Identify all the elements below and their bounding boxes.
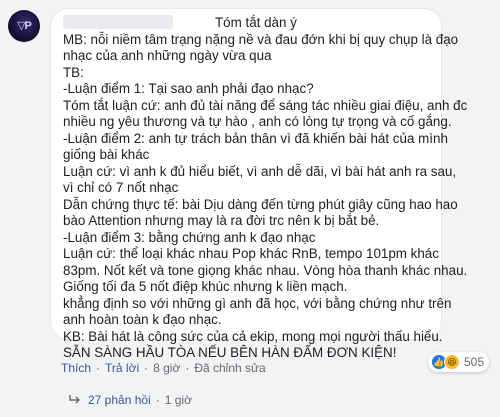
comment-line: Dẫn chứng thực tế: bài Dịu dàng đến từng… (63, 196, 458, 212)
comment-line: Tóm tắt luận cứ: anh đủ tài năng để sáng… (63, 97, 468, 113)
comment-line: Luận cứ: vì anh k đủ hiểu biết, vì anh d… (63, 163, 457, 179)
comment-line: KB: Bài hát là công sức của cả ekip, mon… (63, 328, 443, 344)
comment-line: khẳng định so với những gì anh đã học, v… (63, 295, 452, 311)
comment-line: -Luận điểm 2: anh tự trách bản thân vì đ… (63, 130, 448, 146)
reaction-summary[interactable]: 👍 😆 505 (428, 352, 490, 372)
comment-line: nhiều ng yêu thương và tự hào , anh có l… (63, 114, 452, 129)
latest-reply-time: 1 giờ (164, 393, 192, 407)
comment-line: nhạc của anh những ngày vừa qua (63, 48, 272, 63)
comment-actions: Thích · Trả lời · 8 giờ · Đã chỉnh sửa (61, 360, 266, 376)
edited-label[interactable]: Đã chỉnh sửa (194, 361, 265, 375)
reaction-count: 505 (464, 355, 485, 369)
reply-button[interactable]: Trả lời (105, 361, 139, 375)
comment-line: TB: (63, 64, 84, 80)
comment-line: 83pm. Nốt kết và tone giọng khác nhau. V… (63, 262, 468, 278)
comment-line: -Luận điểm 3: bằng chứng anh k đạo nhạc (63, 229, 316, 245)
comment-line: bào Attention nhưng may là ra đời trc nê… (63, 213, 380, 228)
haha-reaction-icon: 😆 (444, 354, 460, 370)
comment-line: MB: nỗi niềm tâm trạng nặng nề và đau đớ… (63, 31, 459, 47)
author-name-redacted[interactable] (63, 15, 173, 29)
separator-dot: · (185, 361, 190, 375)
reply-count[interactable]: 27 phản hồi (88, 393, 151, 407)
comment-bubble: Tóm tắt dàn ý MB: nỗi niềm tâm trạng nặn… (50, 8, 468, 360)
comment-line: -Luận điểm 1: Tại sao anh phải đạo nhạc? (63, 81, 314, 96)
comment-timestamp[interactable]: 8 giờ (153, 361, 180, 375)
comment-line: vì chỉ có 7 nốt nhạc (63, 180, 179, 195)
separator-dot: · (144, 361, 149, 375)
commenter-avatar[interactable]: ▽P (8, 10, 40, 42)
comment-line: Luận cứ: thể loại khác nhau Pop khác RnB… (63, 246, 439, 261)
avatar-logo-icon: ▽P (17, 20, 32, 32)
comment-line: anh hoàn toàn k đạo nhạc. (63, 312, 222, 327)
separator-dot: · (96, 361, 101, 375)
like-button[interactable]: Thích (61, 361, 91, 375)
separator-dot: · (155, 393, 160, 407)
comment-line: giống bài khác (63, 147, 150, 162)
reply-arrow-icon (69, 395, 80, 404)
view-replies-link[interactable]: 27 phản hồi · 1 giờ (68, 392, 192, 408)
comment-line: Giống tối đa 5 nốt điệp khúc nhưng k liề… (63, 279, 348, 294)
